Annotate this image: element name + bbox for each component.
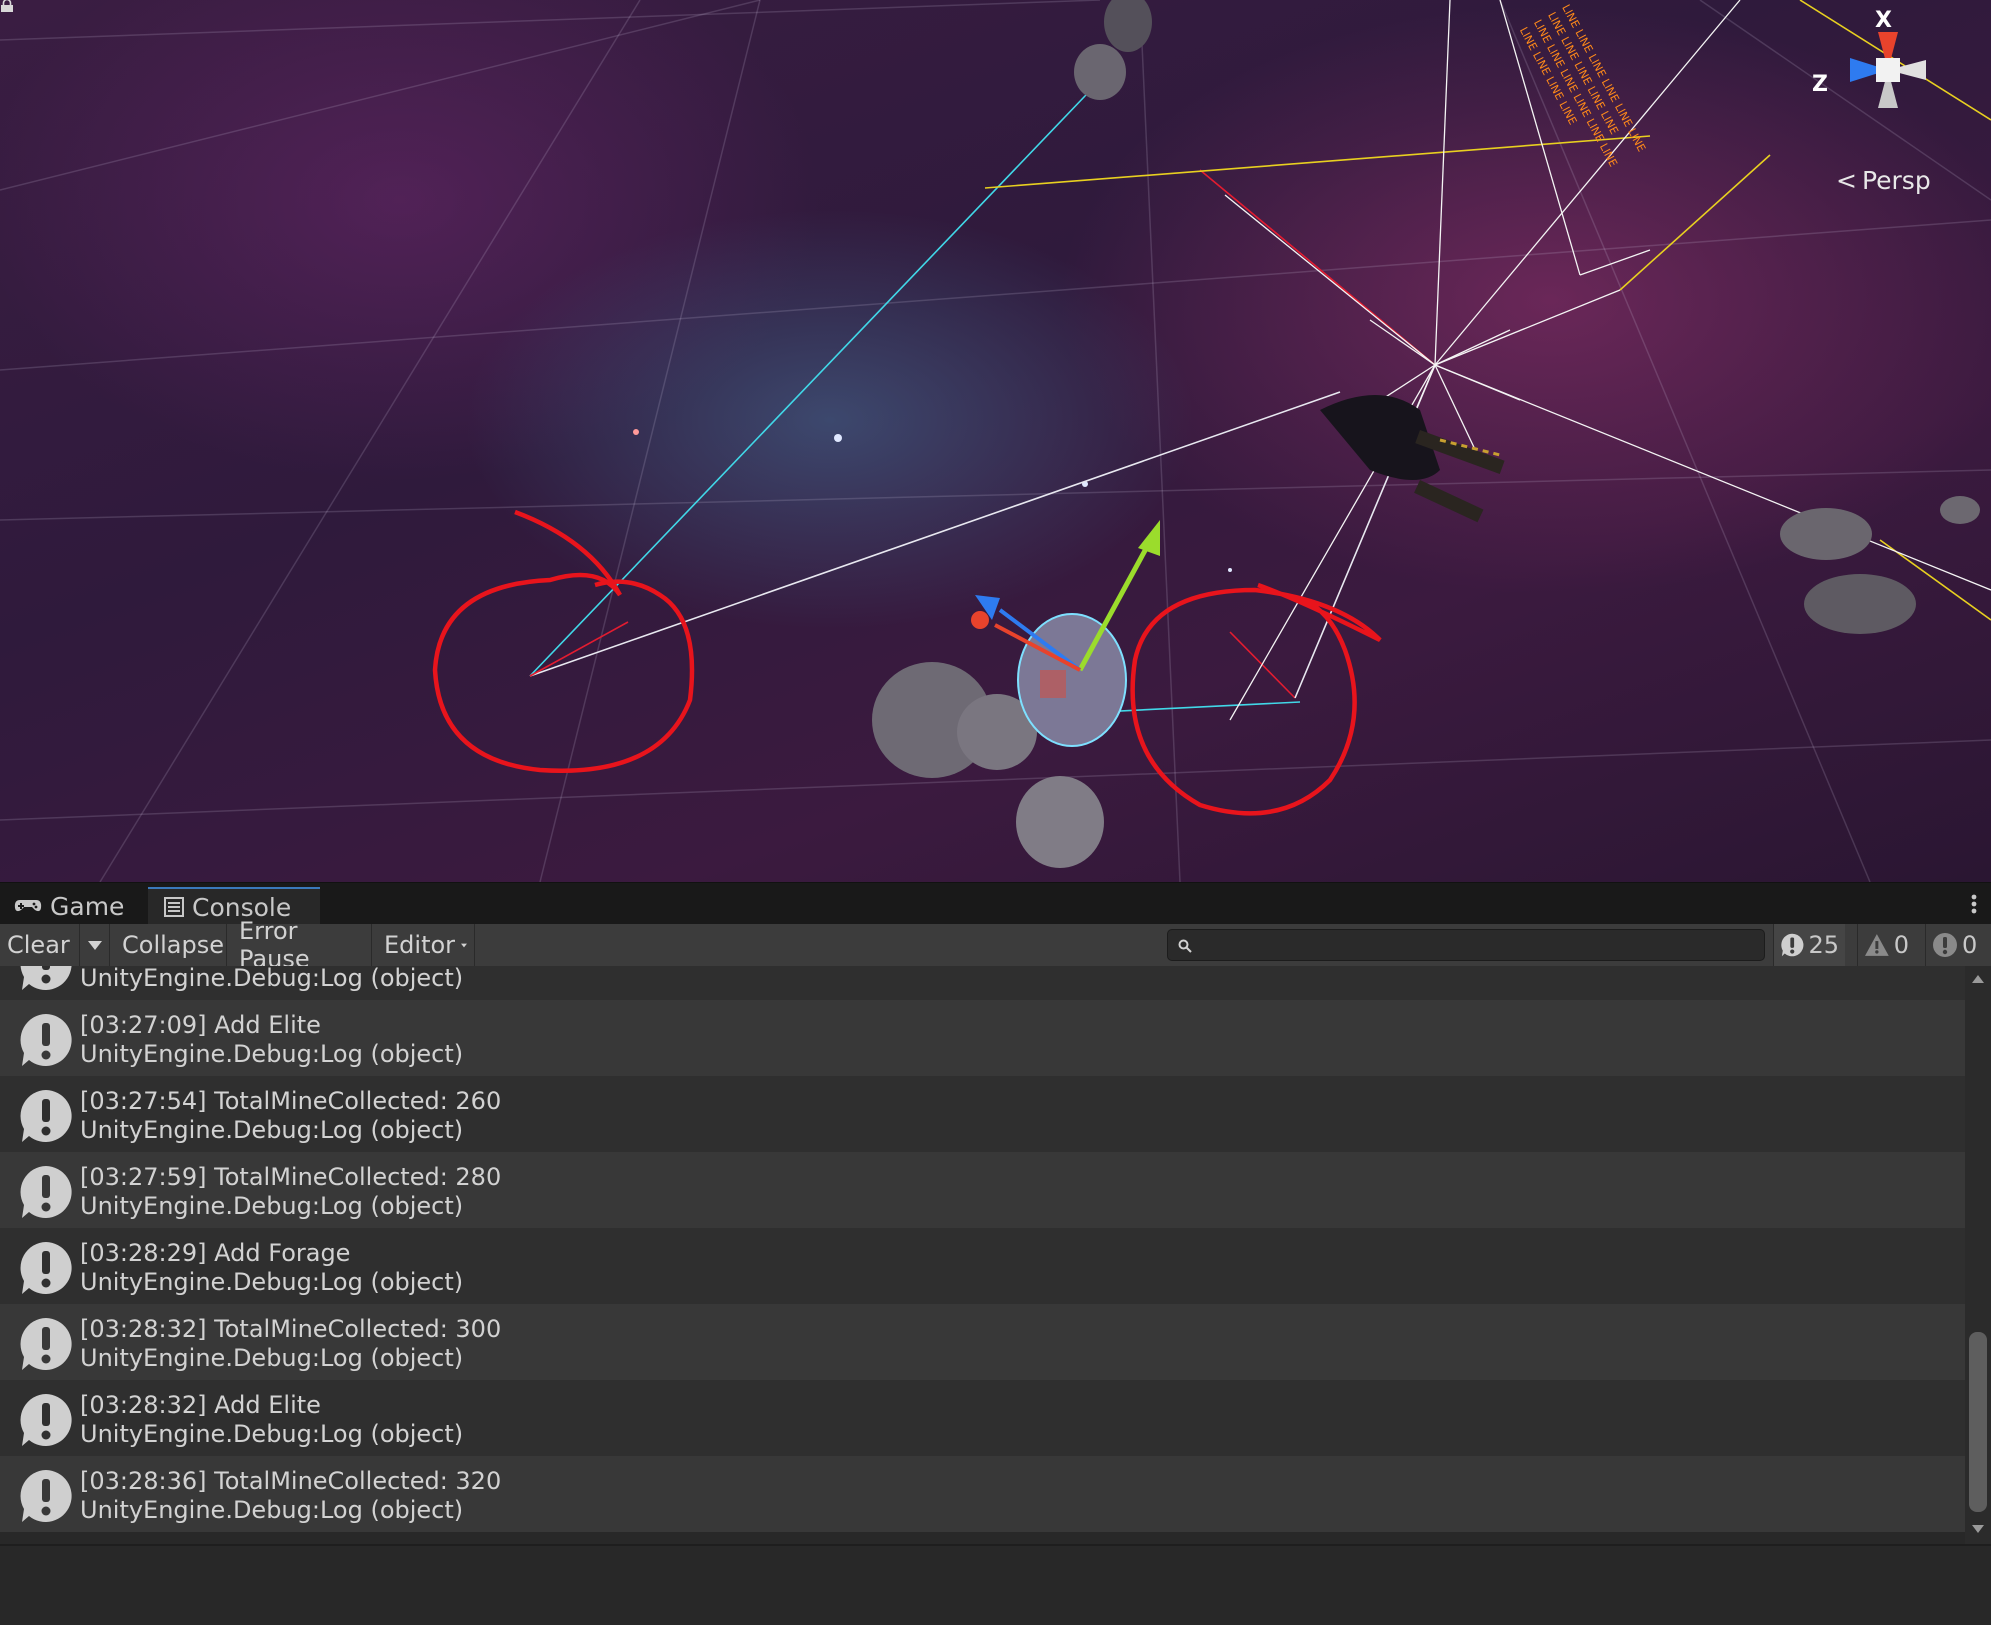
log-message: [03:27:59] TotalMineCollected: 280 <box>80 1163 502 1191</box>
spaceship <box>1320 395 1505 523</box>
console-toolbar: Clear Collapse Error Pause Editor 25 0 0 <box>0 917 1991 973</box>
log-entry[interactable]: UnityEngine.Debug:Log (object) <box>0 966 1965 1000</box>
scroll-down-icon[interactable] <box>1971 1522 1985 1536</box>
search-icon <box>1178 939 1192 953</box>
scroll-thumb[interactable] <box>1969 1332 1987 1512</box>
scene-viewport[interactable]: LINE LINE LINE LINE LINE LINE LINE LINE … <box>0 0 1991 882</box>
log-entry[interactable]: [03:28:29] Add Forage UnityEngine.Debug:… <box>0 1228 1965 1304</box>
log-scrollbar[interactable] <box>1965 966 1991 1544</box>
info-message-icon <box>20 966 72 990</box>
log-message: [03:28:32] Add Elite <box>80 1391 321 1419</box>
error-count: 0 <box>1962 931 1978 959</box>
console-log-list[interactable]: UnityEngine.Debug:Log (object) [03:27:09… <box>0 966 1965 1544</box>
clear-options-dropdown[interactable] <box>80 924 110 966</box>
gamepad-icon <box>14 900 42 912</box>
log-message: [03:28:36] TotalMineCollected: 320 <box>80 1467 502 1495</box>
info-message-icon <box>20 1318 72 1370</box>
log-stack: UnityEngine.Debug:Log (object) <box>80 966 464 992</box>
tab-game[interactable]: Game <box>8 887 130 925</box>
error-filter-toggle[interactable]: 0 <box>1925 924 1991 966</box>
log-stack: UnityEngine.Debug:Log (object) <box>80 1192 464 1220</box>
log-entry[interactable]: [03:28:32] Add Elite UnityEngine.Debug:L… <box>0 1380 1965 1456</box>
log-message: [03:27:09] Add Elite <box>80 1011 321 1039</box>
error-icon <box>1933 933 1957 957</box>
clear-button[interactable]: Clear <box>0 924 80 966</box>
log-entry[interactable]: [03:27:59] TotalMineCollected: 280 Unity… <box>0 1152 1965 1228</box>
log-stack: UnityEngine.Debug:Log (object) <box>80 1420 464 1448</box>
log-entry[interactable]: [03:27:09] Add Elite UnityEngine.Debug:L… <box>0 1000 1965 1076</box>
chevron-down-icon <box>87 940 102 950</box>
log-detail-pane[interactable] <box>0 1544 1991 1625</box>
info-message-icon <box>20 1166 72 1218</box>
console-icon <box>164 897 184 917</box>
log-entry[interactable]: [03:28:32] TotalMineCollected: 300 Unity… <box>0 1304 1965 1380</box>
editor-dropdown[interactable]: Editor <box>377 924 475 966</box>
info-message-icon <box>20 1242 72 1294</box>
log-message: [03:28:29] Add Forage <box>80 1239 351 1267</box>
editor-dropdown-label: Editor <box>384 931 456 959</box>
search-box[interactable] <box>1167 929 1765 962</box>
info-message-icon <box>20 1394 72 1446</box>
world-canvas-text: LINE LINE LINE LINE LINE LINE LINE LINE … <box>1517 2 1648 169</box>
log-stack: UnityEngine.Debug:Log (object) <box>80 1268 464 1296</box>
log-stack: UnityEngine.Debug:Log (object) <box>80 1116 464 1144</box>
collapse-button[interactable]: Collapse <box>115 924 227 966</box>
debug-lines <box>529 0 1991 717</box>
search-input[interactable] <box>1198 930 1762 962</box>
info-message-icon <box>20 1090 72 1142</box>
scene-render: LINE LINE LINE LINE LINE LINE LINE LINE … <box>0 0 1991 882</box>
log-stack: UnityEngine.Debug:Log (object) <box>80 1040 464 1068</box>
info-message-icon <box>20 1470 72 1522</box>
log-stack: UnityEngine.Debug:Log (object) <box>80 1496 464 1524</box>
gizmo-z-label[interactable]: Z <box>1812 72 1828 97</box>
warning-count: 0 <box>1893 931 1909 959</box>
log-message: [03:28:32] TotalMineCollected: 300 <box>80 1315 502 1343</box>
gizmo-x-label[interactable]: X <box>1875 8 1892 33</box>
chevron-down-icon <box>461 943 467 947</box>
info-message-icon <box>20 1014 72 1066</box>
more-options-icon[interactable] <box>1971 893 1977 915</box>
log-count: 25 <box>1808 931 1839 959</box>
warning-icon <box>1864 934 1889 956</box>
projection-toggle[interactable]: < Persp <box>1836 166 1931 195</box>
projection-label: Persp <box>1861 166 1931 195</box>
log-filter-toggle[interactable]: 25 <box>1773 924 1845 966</box>
log-stack: UnityEngine.Debug:Log (object) <box>80 1344 464 1372</box>
tab-game-label: Game <box>50 891 125 921</box>
scroll-up-icon[interactable] <box>1971 972 1985 986</box>
lock-icon[interactable] <box>0 0 14 12</box>
error-pause-button[interactable]: Error Pause <box>232 917 372 973</box>
log-message: [03:27:54] TotalMineCollected: 260 <box>80 1087 502 1115</box>
info-message-icon <box>1781 933 1804 957</box>
log-entry[interactable]: [03:27:54] TotalMineCollected: 260 Unity… <box>0 1076 1965 1152</box>
log-entry[interactable]: [03:28:36] TotalMineCollected: 320 Unity… <box>0 1456 1965 1532</box>
warning-filter-toggle[interactable]: 0 <box>1857 924 1915 966</box>
